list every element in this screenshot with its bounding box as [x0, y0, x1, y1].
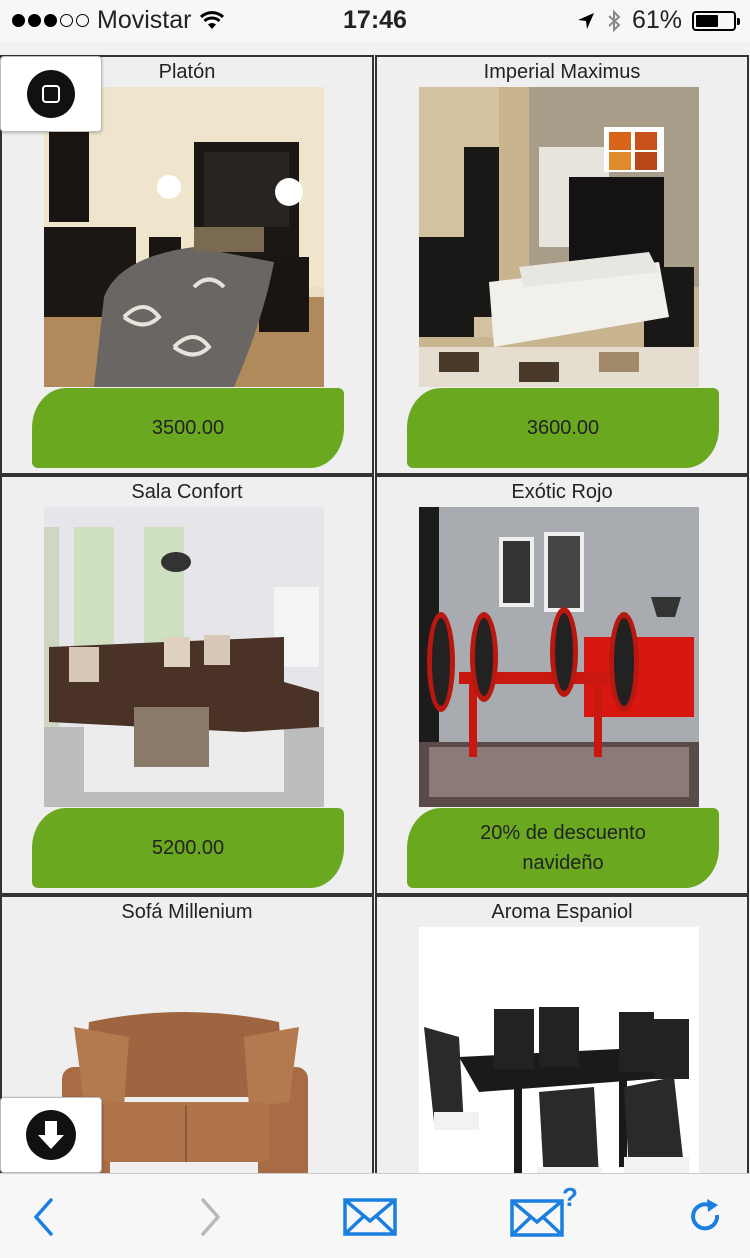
- product-title: Imperial Maximus: [483, 61, 641, 83]
- bottom-toolbar: ?: [0, 1173, 750, 1258]
- product-photo-sofa[interactable]: [44, 507, 324, 807]
- back-button[interactable]: [28, 1192, 58, 1242]
- product-photo-bedroom[interactable]: [419, 87, 699, 387]
- product-card-aroma-espaniol[interactable]: Aroma Espaniol: [375, 895, 749, 1173]
- product-photo-dining-set[interactable]: [419, 507, 699, 807]
- price-badge[interactable]: 5200.00: [32, 808, 344, 888]
- mail-button[interactable]: [342, 1192, 398, 1242]
- product-photo-bedroom[interactable]: [44, 87, 324, 387]
- download-button[interactable]: [0, 1097, 102, 1173]
- location-arrow-icon: [577, 12, 594, 29]
- product-title: Exótic Rojo: [511, 481, 613, 503]
- product-title: Sofá Millenium: [121, 901, 253, 923]
- download-icon: [26, 1110, 76, 1160]
- product-title: Aroma Espaniol: [491, 901, 633, 923]
- product-photo-dining-set[interactable]: [419, 927, 699, 1173]
- product-card-sala-confort[interactable]: Sala Confort 5200.00: [0, 475, 374, 895]
- refresh-icon: [691, 1199, 720, 1231]
- home-button[interactable]: [0, 56, 102, 132]
- price-badge[interactable]: 3500.00: [32, 388, 344, 468]
- refresh-button[interactable]: [686, 1192, 726, 1242]
- status-right: 61%: [576, 6, 740, 35]
- battery-icon: [692, 10, 740, 31]
- home-button-icon: [27, 70, 75, 118]
- bluetooth-icon: [608, 9, 621, 32]
- forward-button[interactable]: [196, 1192, 226, 1242]
- battery-percent: 61%: [631, 6, 682, 34]
- mail-question-icon: [510, 1199, 564, 1237]
- status-bar: Movistar 17:46 61%: [0, 0, 750, 42]
- price-badge[interactable]: 20% de descuento navideño: [407, 808, 719, 888]
- forward-chevron-icon: [201, 1198, 221, 1236]
- mail-icon: [343, 1198, 397, 1236]
- product-grid: Platón 3500.00 Imperial Maximus 3600.00 …: [0, 55, 750, 1173]
- product-card-imperial-maximus[interactable]: Imperial Maximus 3600.00: [375, 55, 749, 475]
- mail-question-button[interactable]: ?: [508, 1182, 584, 1242]
- price-badge[interactable]: 3600.00: [407, 388, 719, 468]
- back-chevron-icon: [33, 1198, 53, 1236]
- product-card-exotic-rojo[interactable]: Exótic Rojo 20% de descuento navideño: [375, 475, 749, 895]
- question-mark: ?: [562, 1182, 578, 1212]
- product-title: Sala Confort: [131, 481, 243, 503]
